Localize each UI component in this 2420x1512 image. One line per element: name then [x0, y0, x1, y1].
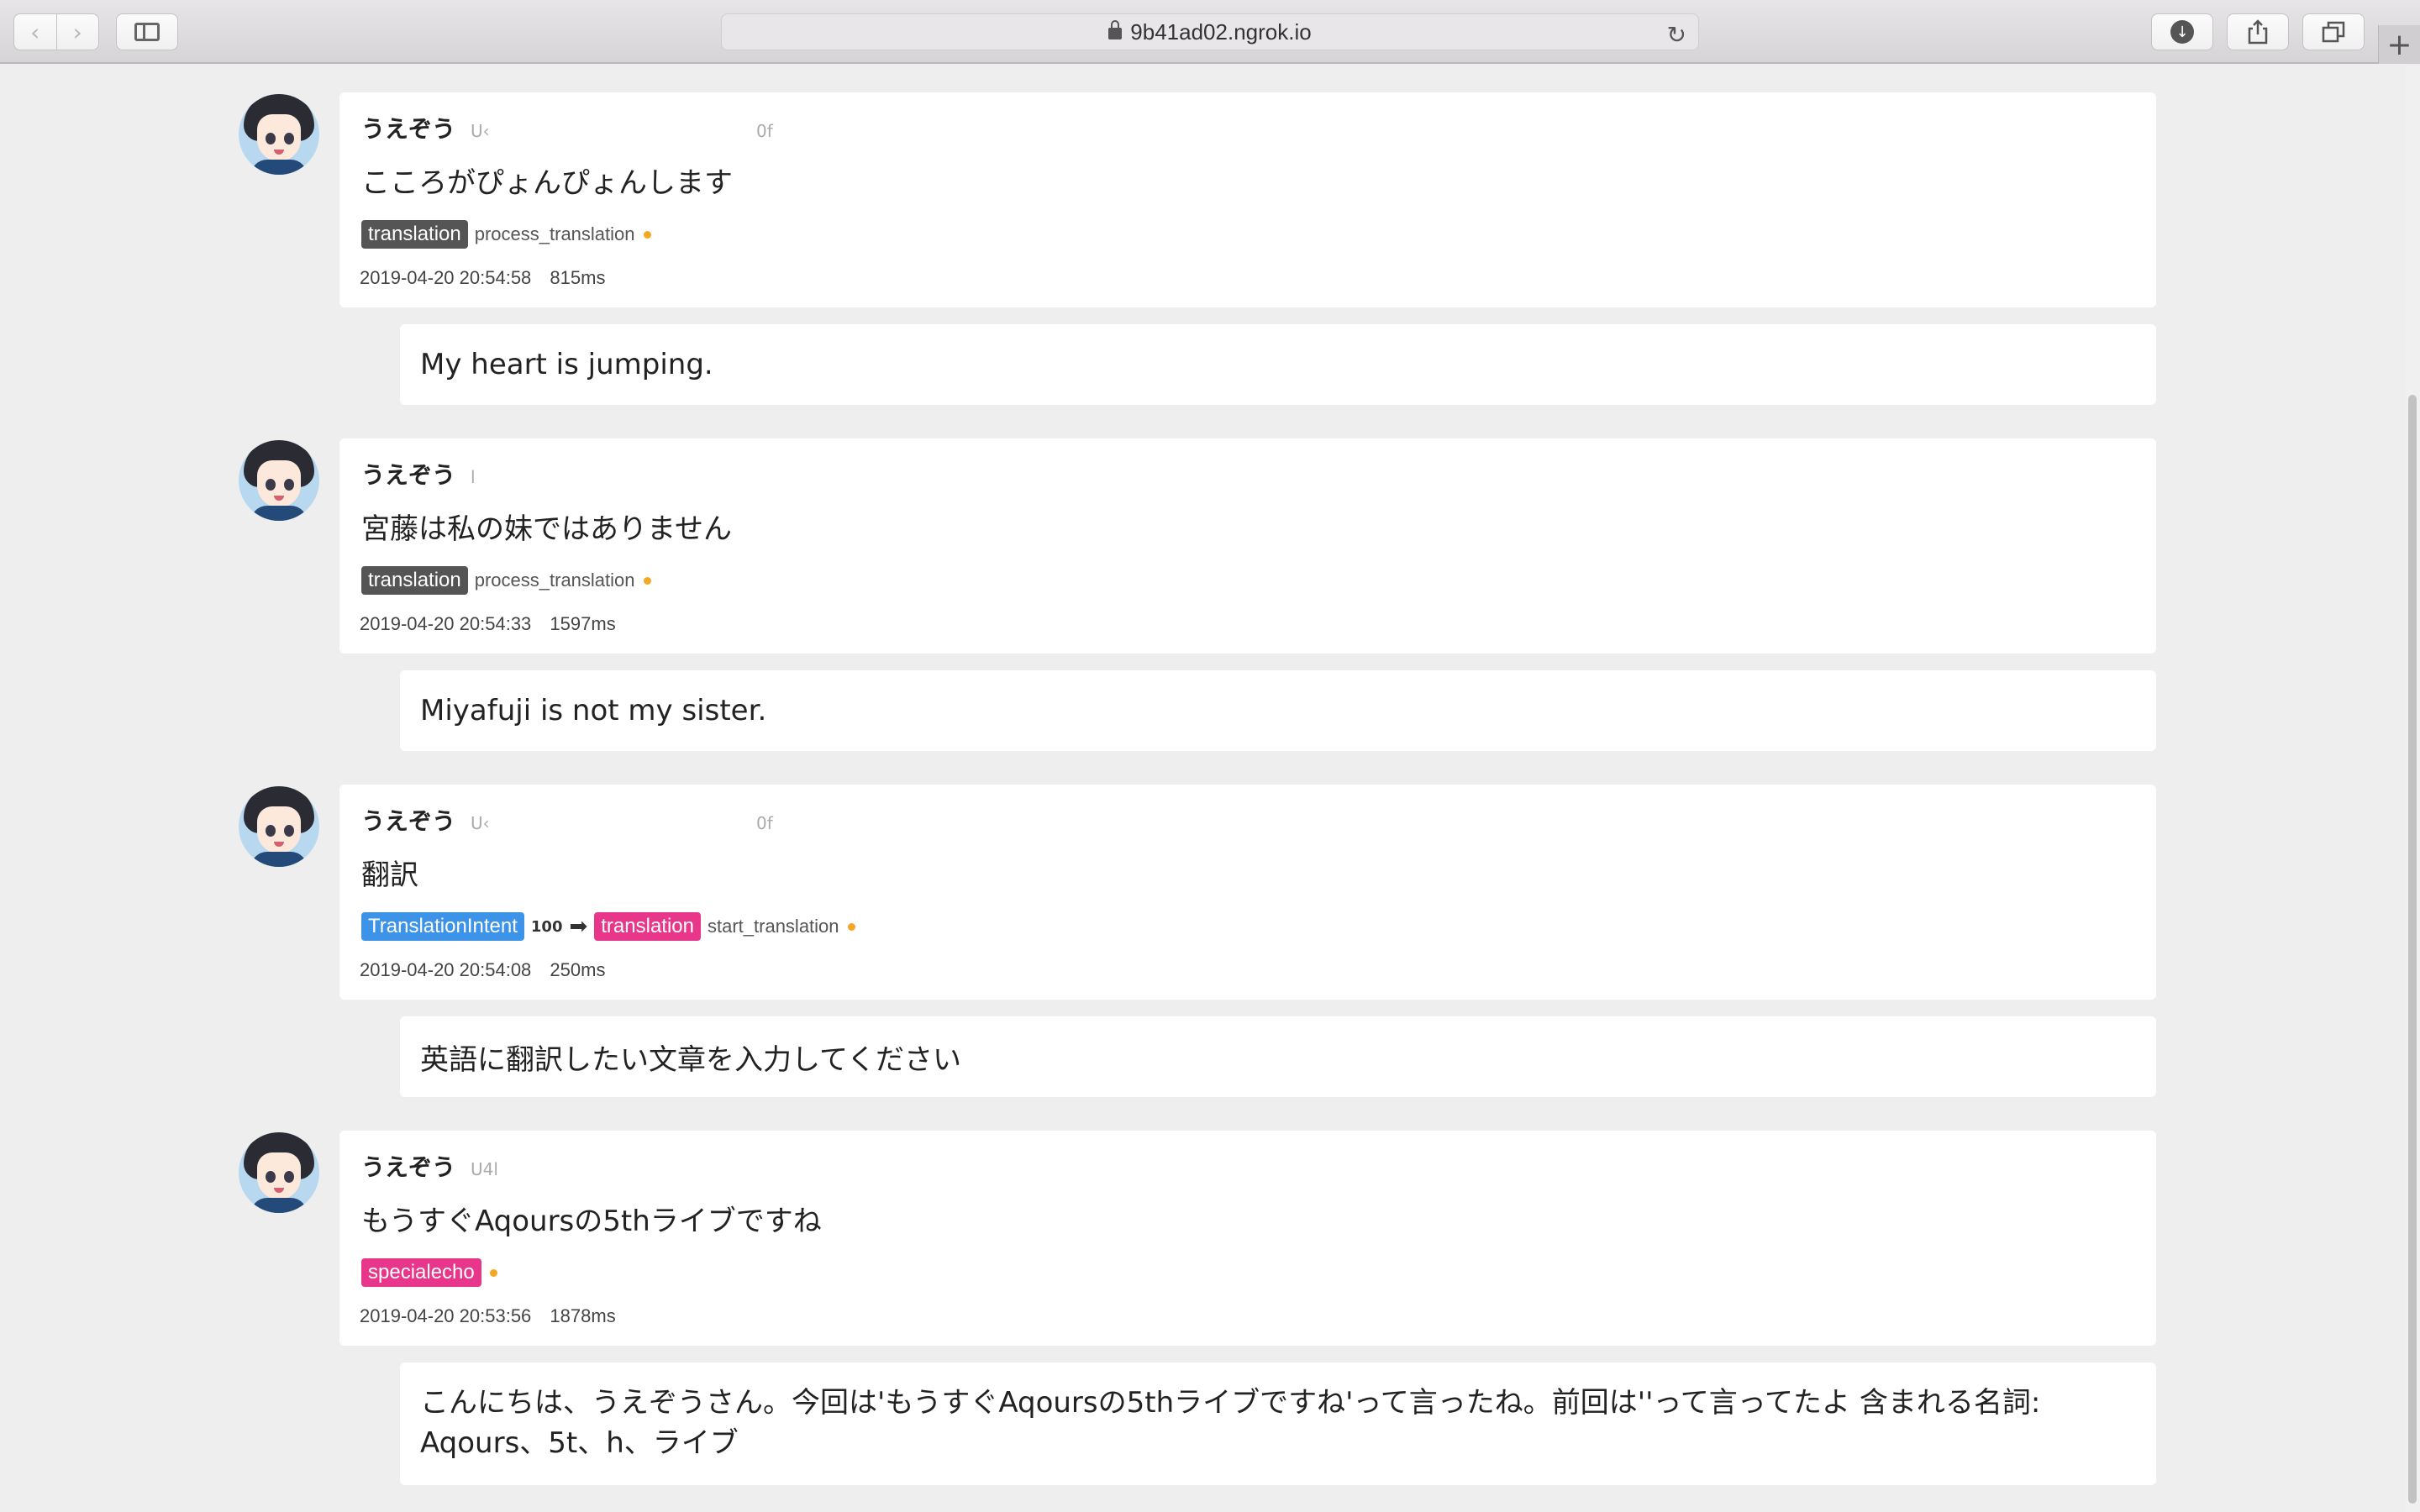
timestamp: 2019-04-20 20:54:33 — [360, 613, 532, 634]
user-id: U4l — [471, 1159, 498, 1179]
status-dot-icon — [643, 576, 651, 585]
meta-row: 2019-04-20 20:54:58 815ms — [360, 267, 605, 289]
bot-reply: My heart is jumping. — [400, 324, 2156, 405]
message-card: うえぞう U‹ 0f 翻訳 TranslationIntent 100 ➡ tr… — [339, 785, 2156, 1000]
user-id: l — [471, 467, 476, 487]
action-tag: translation — [594, 912, 701, 941]
user-message: 翻訳 — [361, 858, 418, 892]
status-dot-icon — [489, 1268, 497, 1277]
download-icon: ↓ — [2170, 20, 2194, 44]
avatar — [239, 1132, 319, 1213]
action-tag: translation — [361, 220, 468, 249]
scrollbar-thumb[interactable] — [2408, 395, 2417, 1504]
tabs-overview-button[interactable] — [2302, 13, 2365, 50]
bot-reply: 英語に翻訳したい文章を入力してください — [400, 1016, 2156, 1097]
tag-row: translation process_translation — [361, 220, 651, 249]
status-dot-icon — [643, 230, 651, 239]
new-tab-button[interactable]: + — [2378, 25, 2420, 64]
reload-icon[interactable]: ↻ — [1667, 21, 1686, 49]
address-bar[interactable]: 9b41ad02.ngrok.io ↻ — [721, 13, 1699, 50]
duration: 1878ms — [550, 1305, 616, 1326]
intent-score: 100 — [530, 917, 563, 936]
timestamp: 2019-04-20 20:54:08 — [360, 959, 532, 980]
browser-toolbar: ‹ › 9b41ad02.ngrok.io ↻ ↓ + — [0, 0, 2420, 64]
bot-reply: Miyafuji is not my sister. — [400, 670, 2156, 751]
user-id-tail: 0f — [756, 813, 773, 833]
user-message: 宮藤は私の妹ではありません — [361, 512, 732, 546]
duration: 815ms — [550, 267, 606, 288]
timestamp: 2019-04-20 20:54:58 — [360, 267, 532, 288]
back-icon[interactable]: ‹ — [14, 14, 57, 50]
handler-name: process_translation — [474, 223, 635, 244]
user-message: こころがぴょんぴょんします — [361, 166, 733, 200]
intent-tag: TranslationIntent — [361, 912, 524, 941]
message-card: うえぞう l 宮藤は私の妹ではありません translation process… — [339, 438, 2156, 654]
share-button[interactable] — [2227, 13, 2289, 50]
status-dot-icon — [847, 922, 855, 931]
tag-row: specialecho — [361, 1258, 497, 1287]
meta-row: 2019-04-20 20:54:33 1597ms — [360, 613, 616, 635]
handler-name: start_translation — [708, 916, 839, 937]
nav-buttons: ‹ › — [13, 13, 99, 50]
lock-icon — [1108, 20, 1123, 39]
handler-name: process_translation — [474, 570, 635, 591]
duration: 250ms — [550, 959, 606, 980]
duration: 1597ms — [550, 613, 616, 634]
arrow-right-icon: ➡ — [569, 914, 588, 939]
action-tag: translation — [361, 566, 468, 595]
user-name: うえぞう — [361, 1153, 456, 1181]
user-id: U‹ — [471, 813, 490, 833]
avatar — [239, 440, 319, 521]
user-name: うえぞう — [361, 807, 456, 835]
user-message: もうすぐAqoursの5thライブですね — [361, 1205, 822, 1238]
user-name: うえぞう — [361, 115, 456, 143]
message-card: うえぞう U‹ 0f こころがぴょんぴょんします translation pro… — [339, 92, 2156, 307]
tag-row: TranslationIntent 100 ➡ translation star… — [361, 912, 855, 941]
tag-row: translation process_translation — [361, 566, 651, 595]
message-card: うえぞう U4l もうすぐAqoursの5thライブですね specialech… — [339, 1131, 2156, 1346]
meta-row: 2019-04-20 20:54:08 250ms — [360, 959, 605, 981]
forward-icon[interactable]: › — [57, 14, 99, 50]
user-id-tail: 0f — [756, 121, 773, 141]
sidebar-icon — [134, 23, 160, 41]
avatar — [239, 94, 319, 175]
user-id: U‹ — [471, 121, 490, 141]
sidebar-toggle-button[interactable] — [116, 13, 178, 50]
avatar — [239, 786, 319, 867]
timestamp: 2019-04-20 20:53:56 — [360, 1305, 532, 1326]
url-text: 9b41ad02.ngrok.io — [1130, 18, 1312, 45]
plus-icon: + — [2386, 27, 2412, 62]
share-icon — [2248, 19, 2268, 45]
action-tag: specialecho — [361, 1258, 481, 1287]
meta-row: 2019-04-20 20:53:56 1878ms — [360, 1305, 616, 1327]
user-name: うえぞう — [361, 461, 456, 489]
bot-reply: こんにちは、うえぞうさん。今回は'もうすぐAqoursの5thライブですね'って… — [400, 1362, 2156, 1485]
downloads-button[interactable]: ↓ — [2151, 13, 2213, 50]
tabs-icon — [2322, 21, 2345, 43]
